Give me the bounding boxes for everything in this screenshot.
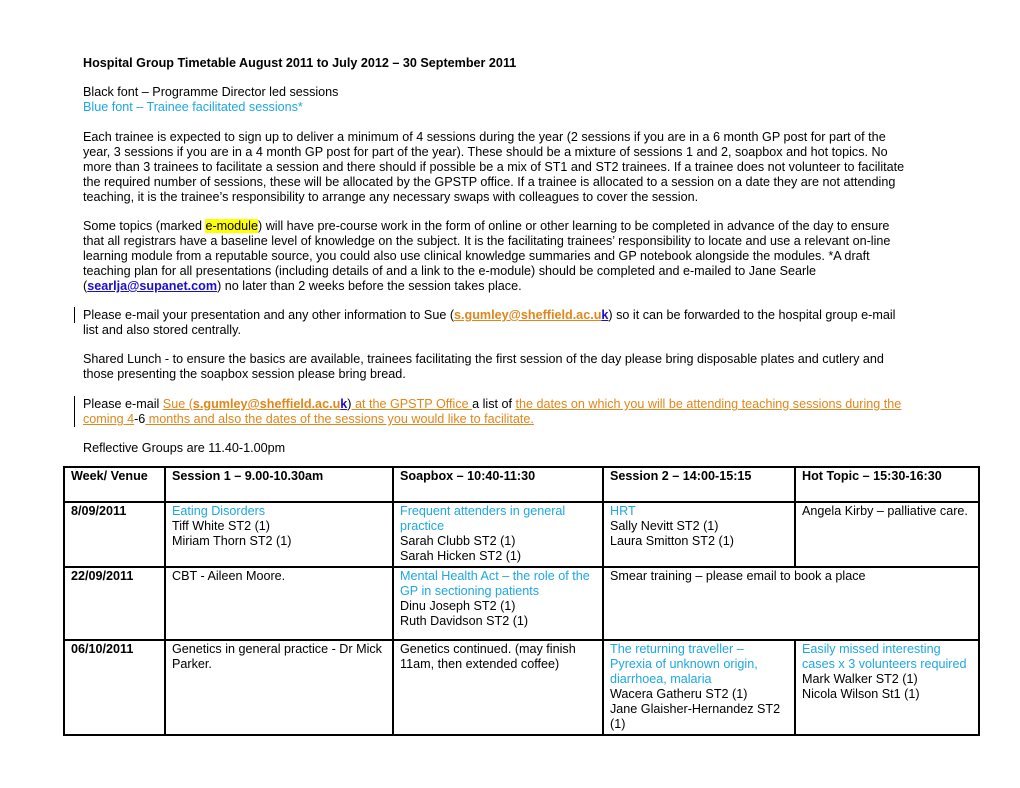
text-run: Some topics (marked	[83, 219, 206, 233]
table-row: 06/10/2011 Genetics in general practice …	[63, 639, 980, 736]
trainee-name: Laura Smitton ST2 (1)	[610, 534, 734, 548]
legend-black: Black font – Programme Director led sess…	[83, 85, 339, 99]
header-session1: Session 1 – 9.00-10.30am	[164, 466, 394, 503]
header-session2: Session 2 – 14:00-15:15	[602, 466, 796, 503]
row-date: 22/09/2011	[63, 566, 166, 641]
timetable: Week/ Venue Session 1 – 9.00-10.30am Soa…	[63, 466, 980, 736]
cell-soapbox: Mental Health Act – the role of the GP i…	[392, 566, 604, 641]
paragraph-line: the required number of sessions, these w…	[83, 175, 896, 189]
header-week: Week/ Venue	[63, 466, 166, 503]
table-row: 8/09/2011 Eating Disorders Tiff White ST…	[63, 501, 980, 568]
paragraph-line: year, 3 sessions if you are in a 4 month…	[83, 145, 888, 159]
trainee-name: Tiff White ST2 (1)	[172, 519, 270, 533]
session-topic: HRT	[610, 504, 636, 518]
paragraph-line: Some topics (marked e-module) will have …	[83, 219, 943, 234]
trainee-name: Miriam Thorn ST2 (1)	[172, 534, 292, 548]
paragraph-line: learning module from a reputable source,…	[83, 249, 870, 263]
session-topic: Genetics in general practice - Dr Mick P…	[172, 642, 382, 671]
cell-hot-topic: Angela Kirby – palliative care.	[794, 501, 980, 568]
session-topic: Eating Disorders	[172, 504, 266, 518]
paragraph-line: Shared Lunch - to ensure the basics are …	[83, 352, 884, 366]
cell-hot-topic: Easily missed interesting cases x 3 volu…	[794, 639, 980, 736]
text-run: Please e-mail	[83, 397, 163, 411]
text-run: months and also the dates of the session…	[145, 412, 534, 426]
text-run: ) so it can be forwarded to the hospital…	[608, 308, 896, 322]
revision-change-bar	[74, 396, 75, 427]
row-date: 8/09/2011	[63, 501, 166, 568]
paragraph-line: Please e-mail Sue (s.gumley@sheffield.ac…	[83, 397, 943, 412]
trainee-name: Wacera Gatheru ST2 (1)	[610, 687, 748, 701]
session-topic: Easily missed interesting cases x 3 volu…	[802, 642, 967, 671]
paragraph-line: Please e-mail your presentation and any …	[83, 308, 943, 323]
session-topic: CBT - Aileen Moore.	[172, 569, 286, 583]
table-row: 22/09/2011 CBT - Aileen Moore. Mental He…	[63, 566, 980, 641]
paragraph-line: coming 4-6 months and also the dates of …	[83, 412, 943, 427]
row-date: 06/10/2011	[63, 639, 166, 736]
session-topic: Frequent attenders in general practice	[400, 504, 566, 533]
text-run: coming 4	[83, 412, 135, 426]
trainee-name: Mark Walker ST2 (1)	[802, 672, 918, 686]
text-run: Sue (	[162, 397, 193, 411]
trainee-name: Ruth Davidson ST2 (1)	[400, 614, 529, 628]
table-header-row: Week/ Venue Session 1 – 9.00-10.30am Soa…	[63, 466, 980, 503]
trainee-name: Sarah Hicken ST2 (1)	[400, 549, 522, 563]
legend-blue: Blue font – Trainee facilitated sessions…	[83, 100, 303, 114]
text-run: a list of	[472, 397, 516, 411]
session-topic: The returning traveller – Pyrexia of unk…	[610, 642, 758, 686]
header-soapbox: Soapbox – 10:40-11:30	[392, 466, 604, 503]
paragraph-line: teaching, it is the trainee’s responsibi…	[83, 190, 699, 204]
paragraph-line: those presenting the soapbox session ple…	[83, 367, 406, 381]
email-part: s.gumley@sheffield.ac.u	[454, 308, 602, 322]
paragraph-line: (searlja@supanet.com) no later than 2 we…	[83, 279, 943, 294]
cell-session1: Eating Disorders Tiff White ST2 (1) Miri…	[164, 501, 394, 568]
trainee-name: Nicola Wilson St1 (1)	[802, 687, 920, 701]
session-topic: Angela Kirby – palliative care.	[802, 504, 968, 518]
cell-session1: CBT - Aileen Moore.	[164, 566, 394, 641]
session-topic: Smear training – please email to book a …	[610, 569, 866, 583]
trainee-name: Sally Nevitt ST2 (1)	[610, 519, 719, 533]
email-part: s.gumley@sheffield.ac.u	[192, 397, 341, 411]
document-title: Hospital Group Timetable August 2011 to …	[83, 56, 517, 70]
sue-email-link[interactable]: s.gumley@sheffield.ac.uk	[454, 308, 608, 322]
paragraph-line: Each trainee is expected to sign up to d…	[83, 130, 886, 144]
cell-soapbox: Frequent attenders in general practice S…	[392, 501, 604, 568]
cell-soapbox: Genetics continued. (may finish 11am, th…	[392, 639, 604, 736]
trainee-name: Jane Glaisher-Hernandez ST2 (1)	[610, 702, 781, 731]
header-hot-topic: Hot Topic – 15:30-16:30	[794, 466, 980, 503]
text-run: at the GPSTP Office	[351, 397, 473, 411]
cell-session2: The returning traveller – Pyrexia of unk…	[602, 639, 796, 736]
paragraph-line: that all registrars have a baseline leve…	[83, 234, 891, 248]
cell-session1: Genetics in general practice - Dr Mick P…	[164, 639, 394, 736]
trainee-name: Dinu Joseph ST2 (1)	[400, 599, 516, 613]
emodule-highlight: e-module	[205, 219, 258, 233]
session-topic: Mental Health Act – the role of the GP i…	[400, 569, 590, 598]
text-run: the dates on which you will be attending…	[515, 397, 902, 411]
revision-change-bar	[74, 307, 75, 323]
text-run: ) no later than 2 weeks before the sessi…	[217, 279, 522, 293]
cell-afternoon-merged: Smear training – please email to book a …	[602, 566, 980, 641]
session-topic: Genetics continued. (may finish 11am, th…	[400, 642, 576, 671]
text-run: Please e-mail your presentation and any …	[83, 308, 455, 322]
jane-searle-email-link[interactable]: searlja@supanet.com	[87, 279, 217, 293]
text-run: ) will have pre-course work in the form …	[258, 219, 890, 233]
paragraph-line: more than 3 trainees to facilitate a ses…	[83, 160, 905, 174]
text-run: -6	[134, 412, 146, 426]
paragraph-line: list and also stored centrally.	[83, 323, 241, 337]
reflective-groups-note: Reflective Groups are 11.40-1.00pm	[83, 441, 286, 455]
paragraph-line: teaching plan for all presentations (inc…	[83, 264, 816, 278]
cell-session2: HRT Sally Nevitt ST2 (1) Laura Smitton S…	[602, 501, 796, 568]
sue-email-link-2[interactable]: s.gumley@sheffield.ac.uk	[193, 397, 347, 411]
trainee-name: Sarah Clubb ST2 (1)	[400, 534, 516, 548]
